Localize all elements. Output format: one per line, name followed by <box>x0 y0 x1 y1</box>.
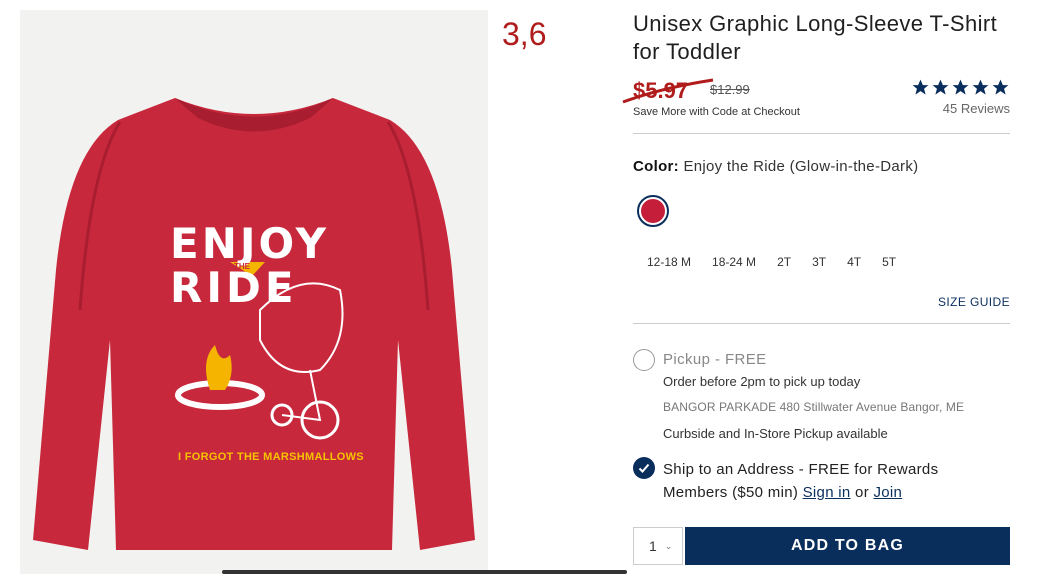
promo-text: Save More with Code at Checkout <box>633 106 800 118</box>
size-option[interactable]: 3T <box>812 255 826 269</box>
size-selector: 12-18 M 18-24 M 2T 3T 4T 5T <box>647 255 917 269</box>
size-option[interactable]: 18-24 M <box>712 255 756 269</box>
ship-checkbox[interactable] <box>633 457 655 479</box>
ship-option-text: Ship to an Address - FREE for Rewards Me… <box>663 458 1003 504</box>
color-value: Enjoy the Ride (Glow-in-the-Dark) <box>683 158 919 175</box>
quantity-value: 1 <box>649 538 657 554</box>
annotation-label: 3,6 <box>502 16 547 52</box>
image-scrollbar[interactable] <box>222 570 627 574</box>
pickup-title: Pickup - FREE <box>663 351 767 368</box>
check-icon <box>638 463 650 473</box>
graphic-line-1: ENJOY <box>170 219 330 268</box>
star-rating[interactable] <box>911 78 1010 97</box>
original-price: $12.99 <box>710 82 750 97</box>
color-label-row: Color: Enjoy the Ride (Glow-in-the-Dark) <box>633 158 918 175</box>
join-link[interactable]: Join <box>873 484 902 501</box>
chevron-down-icon: ⌄ <box>664 540 673 551</box>
size-guide-link[interactable]: SIZE GUIDE <box>938 295 1010 309</box>
graphic-text: ENJOY RIDE <box>170 222 370 310</box>
product-title: Unisex Graphic Long-Sleeve T-Shirt for T… <box>633 11 998 64</box>
divider <box>633 133 1010 134</box>
pickup-deadline: Order before 2pm to pick up today <box>663 374 861 389</box>
swatch-fill <box>641 199 665 223</box>
star-icon <box>932 79 949 95</box>
divider <box>633 323 1010 324</box>
pickup-address[interactable]: BANGOR PARKADE 480 Stillwater Avenue Ban… <box>663 400 964 414</box>
ship-or: or <box>855 484 869 501</box>
size-option[interactable]: 2T <box>777 255 791 269</box>
graphic-pennant-text: THE <box>234 262 250 271</box>
pickup-note: Curbside and In-Store Pickup available <box>663 426 888 441</box>
sign-in-link[interactable]: Sign in <box>803 484 851 501</box>
star-icon <box>912 79 929 95</box>
product-image[interactable]: ENJOY RIDE THE I FORGOT THE MARSHMALLOWS <box>20 10 488 574</box>
quantity-select[interactable]: 1 ⌄ <box>633 527 683 565</box>
star-icon <box>972 79 989 95</box>
star-icon <box>952 79 969 95</box>
size-option[interactable]: 5T <box>882 255 896 269</box>
color-swatch[interactable] <box>637 195 669 227</box>
size-option[interactable]: 12-18 M <box>647 255 691 269</box>
pickup-radio[interactable] <box>633 349 655 371</box>
graphic-line-2: RIDE <box>170 263 298 312</box>
size-option[interactable]: 4T <box>847 255 861 269</box>
product-details: Unisex Graphic Long-Sleeve T-Shirt for T… <box>622 0 1010 574</box>
reviews-link[interactable]: 45 Reviews <box>943 101 1010 116</box>
color-label: Color: <box>633 158 679 175</box>
sale-price: $5.97 <box>633 78 689 103</box>
graphic-tagline: I FORGOT THE MARSHMALLOWS <box>178 451 364 463</box>
add-to-bag-button[interactable]: ADD TO BAG <box>685 527 1010 565</box>
star-icon <box>992 79 1009 95</box>
